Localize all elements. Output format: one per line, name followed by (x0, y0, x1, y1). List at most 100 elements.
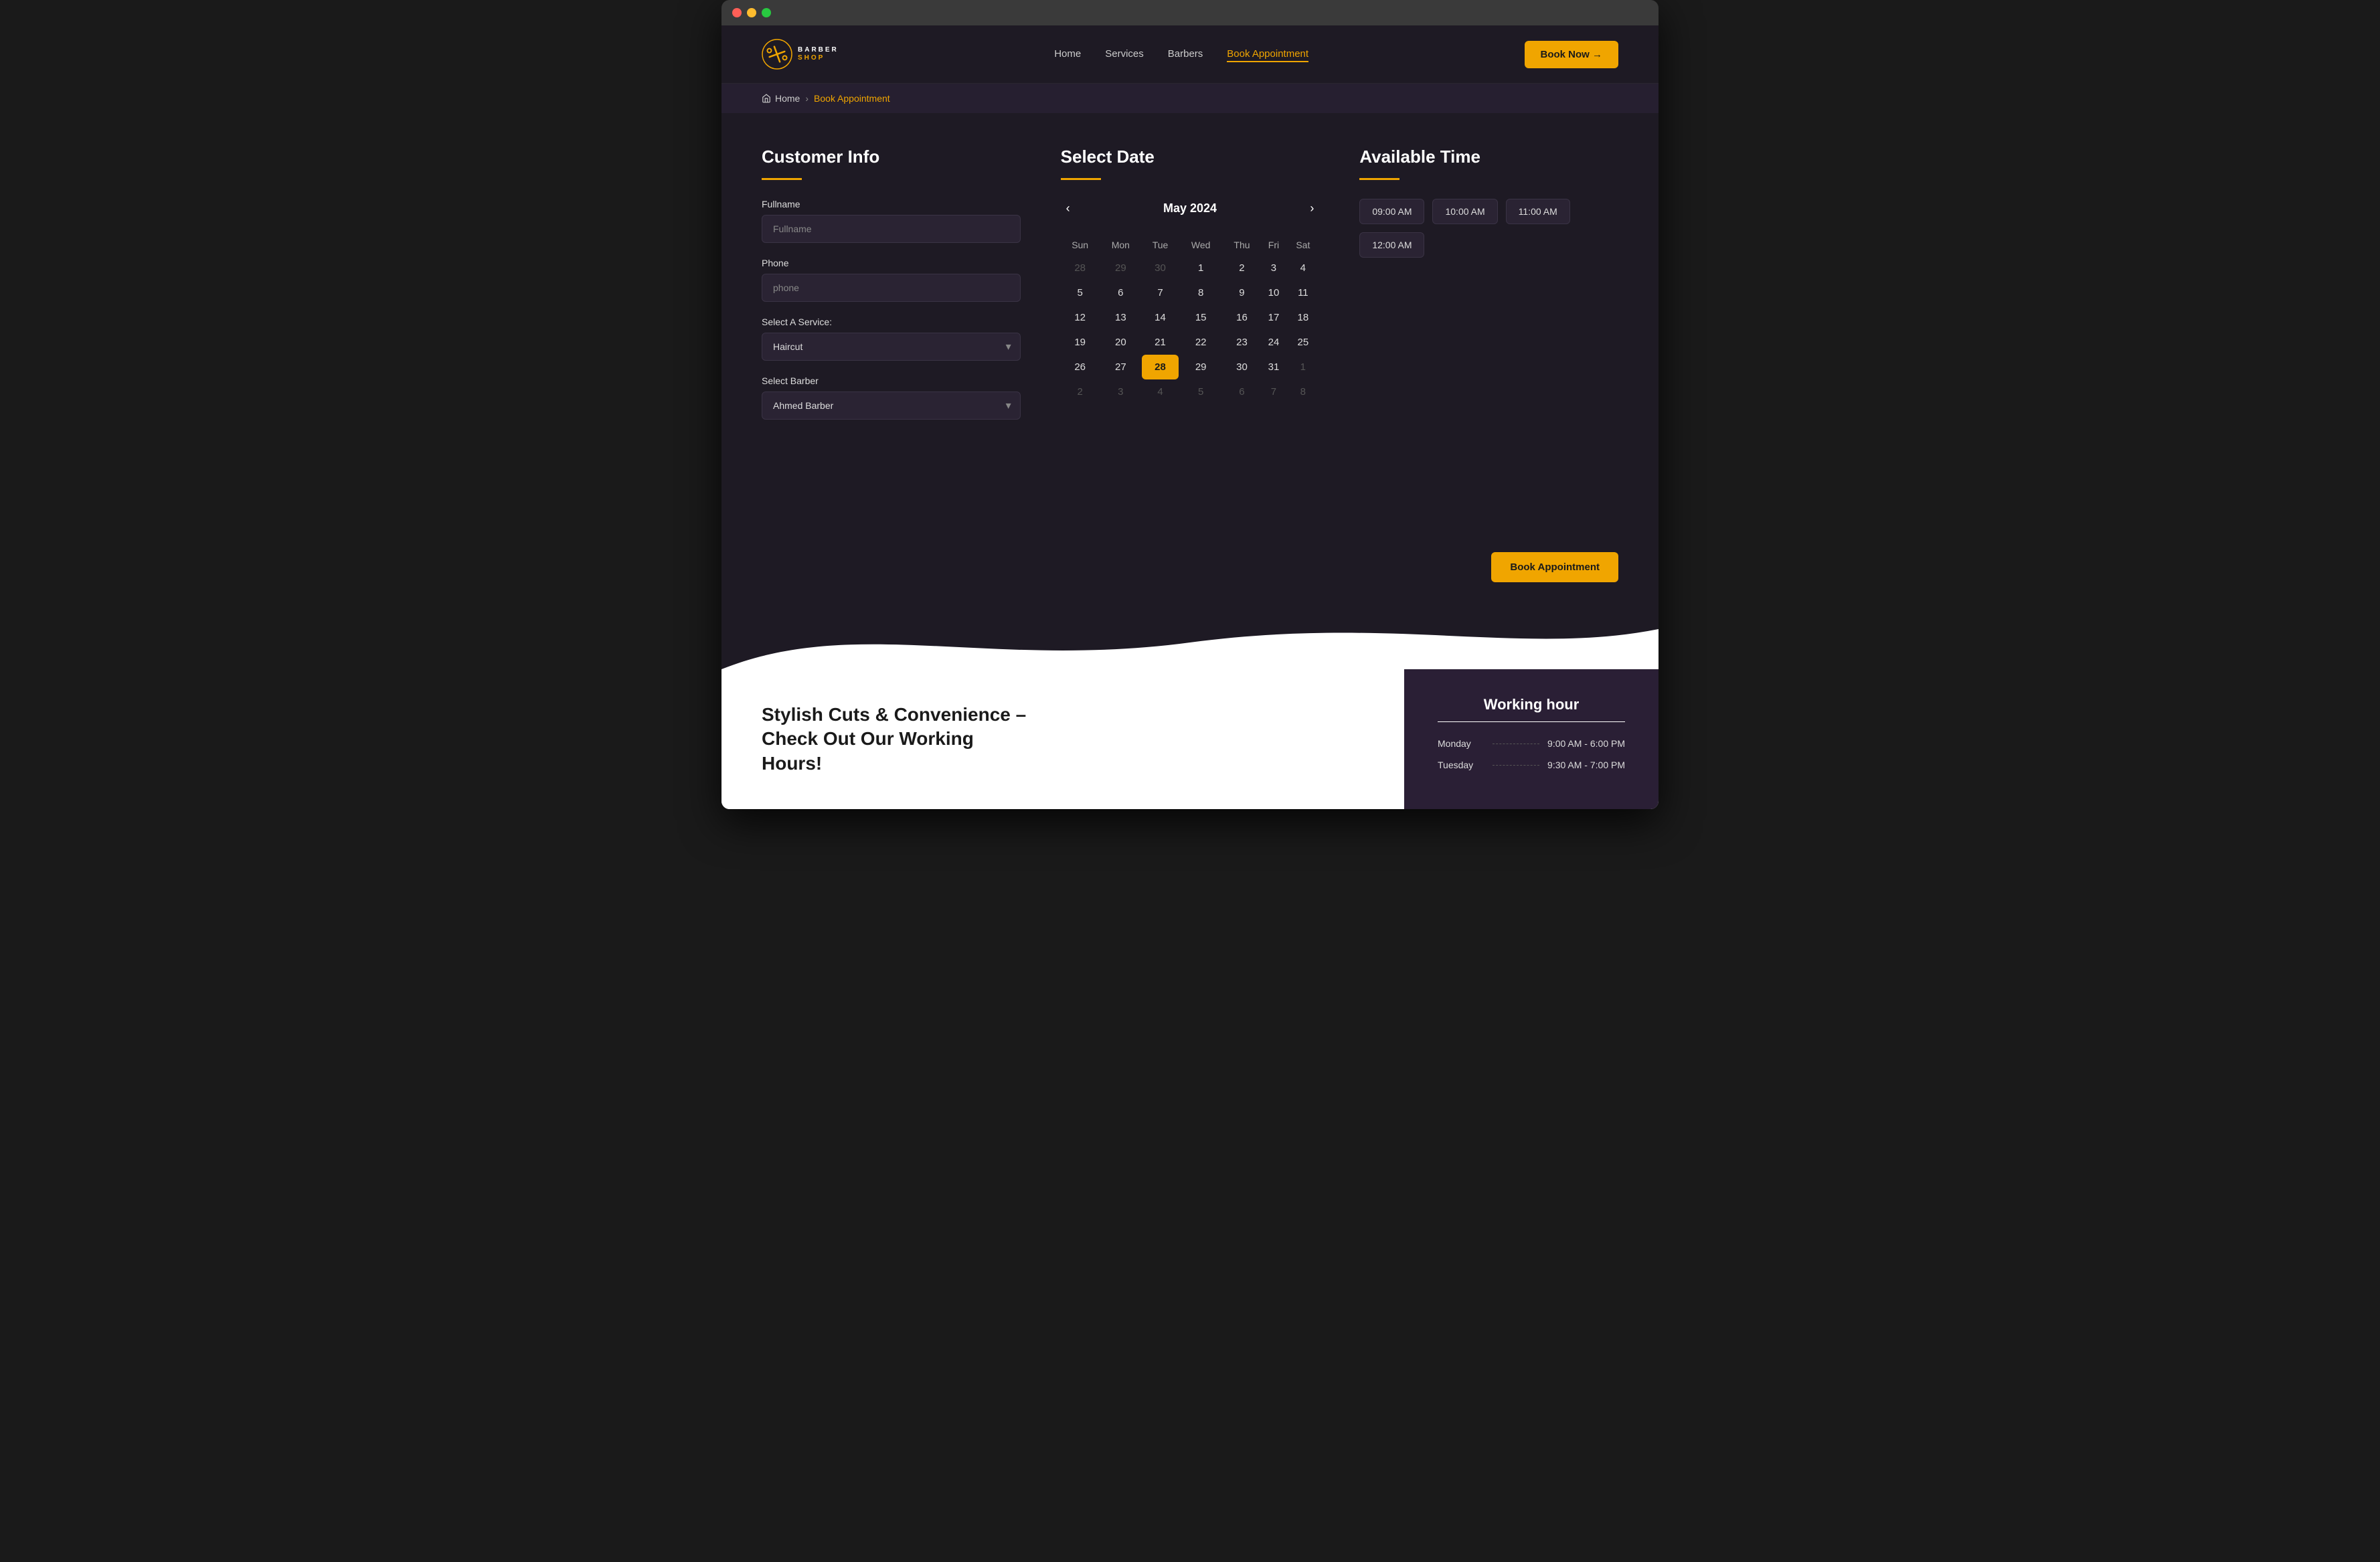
nav-home[interactable]: Home (1054, 48, 1081, 60)
available-time-title: Available Time (1359, 147, 1618, 167)
wave-svg (721, 616, 1659, 669)
working-hours-row: Tuesday 9:30 AM - 7:00 PM (1438, 760, 1625, 770)
close-button[interactable] (732, 8, 742, 17)
calendar-day[interactable]: 16 (1223, 305, 1260, 330)
select-date-section: Select Date ‹ May 2024 › Sun Mon Tue Wed (1061, 147, 1320, 582)
calendar-nav: ‹ May 2024 › (1061, 199, 1320, 218)
home-icon (762, 94, 771, 103)
calendar-day[interactable]: 6 (1100, 280, 1142, 305)
calendar-day[interactable]: 25 (1286, 330, 1319, 355)
calendar-day[interactable]: 18 (1286, 305, 1319, 330)
calendar-day[interactable]: 23 (1223, 330, 1260, 355)
site-content: BARBER SHOP Home Services Barbers Book A… (721, 25, 1659, 809)
phone-group: Phone (762, 258, 1021, 302)
calendar-day[interactable]: 8 (1286, 379, 1319, 404)
calendar-day[interactable]: 31 (1261, 355, 1287, 379)
hours-time: 9:30 AM - 7:00 PM (1547, 760, 1625, 770)
service-label: Select A Service: (762, 317, 1021, 327)
breadcrumb-home[interactable]: Home (762, 93, 800, 104)
calendar-day[interactable]: 30 (1142, 256, 1179, 280)
calendar-day[interactable]: 24 (1261, 330, 1287, 355)
calendar-day[interactable]: 11 (1286, 280, 1319, 305)
phone-input[interactable] (762, 274, 1021, 302)
calendar-day[interactable]: 29 (1179, 355, 1223, 379)
service-select[interactable]: Haircut Beard Trim Shave Hair Wash (762, 333, 1021, 361)
calendar-day[interactable]: 3 (1100, 379, 1142, 404)
calendar-day[interactable]: 5 (1179, 379, 1223, 404)
calendar-day[interactable]: 22 (1179, 330, 1223, 355)
working-hours-row: Monday 9:00 AM - 6:00 PM (1438, 738, 1625, 749)
logo: BARBER SHOP (762, 39, 839, 70)
fullname-input[interactable] (762, 215, 1021, 243)
logo-text-barber: BARBER (798, 46, 839, 54)
breadcrumb-current: Book Appointment (814, 93, 890, 104)
calendar-day[interactable]: 19 (1061, 330, 1100, 355)
calendar-day[interactable]: 4 (1286, 256, 1319, 280)
wave-container (721, 616, 1659, 669)
calendar-day[interactable]: 21 (1142, 330, 1179, 355)
navbar: BARBER SHOP Home Services Barbers Book A… (721, 25, 1659, 84)
calendar-day[interactable]: 5 (1061, 280, 1100, 305)
calendar-day[interactable]: 13 (1100, 305, 1142, 330)
next-month-button[interactable]: › (1304, 199, 1319, 218)
time-slot-button[interactable]: 10:00 AM (1432, 199, 1497, 224)
calendar-day[interactable]: 8 (1179, 280, 1223, 305)
calendar-day[interactable]: 28 (1142, 355, 1179, 379)
calendar-day[interactable]: 20 (1100, 330, 1142, 355)
breadcrumb-separator: › (805, 93, 809, 104)
calendar-day[interactable]: 17 (1261, 305, 1287, 330)
calendar-day[interactable]: 7 (1142, 280, 1179, 305)
calendar-day[interactable]: 15 (1179, 305, 1223, 330)
nav-book-appointment[interactable]: Book Appointment (1227, 48, 1308, 62)
fullname-label: Fullname (762, 199, 1021, 209)
calendar-underline (1061, 178, 1101, 180)
nav-services[interactable]: Services (1105, 48, 1144, 60)
calendar-day[interactable]: 2 (1061, 379, 1100, 404)
nav-barbers[interactable]: Barbers (1168, 48, 1203, 60)
available-time-section: Available Time 09:00 AM 10:00 AM 11:00 AM 1… (1359, 147, 1618, 582)
footer-left: Stylish Cuts & Convenience – Check Out O… (721, 669, 1404, 809)
maximize-button[interactable] (762, 8, 771, 17)
calendar-day[interactable]: 28 (1061, 256, 1100, 280)
time-slot-button[interactable]: 11:00 AM (1506, 199, 1570, 224)
available-time-underline (1359, 178, 1399, 180)
time-slot-button[interactable]: 09:00 AM (1359, 199, 1424, 224)
fullname-group: Fullname (762, 199, 1021, 243)
calendar-day[interactable]: 1 (1286, 355, 1319, 379)
service-select-wrapper: Haircut Beard Trim Shave Hair Wash ▾ (762, 333, 1021, 361)
calendar-day[interactable]: 3 (1261, 256, 1287, 280)
calendar-day[interactable]: 7 (1261, 379, 1287, 404)
cal-header-sun: Sun (1061, 234, 1100, 256)
calendar-day[interactable]: 26 (1061, 355, 1100, 379)
calendar-header-row: Sun Mon Tue Wed Thu Fri Sat (1061, 234, 1320, 256)
hours-day: Monday (1438, 738, 1484, 749)
app-window: BARBER SHOP Home Services Barbers Book A… (721, 0, 1659, 809)
prev-month-button[interactable]: ‹ (1061, 199, 1076, 218)
book-appointment-button[interactable]: Book Appointment (1491, 552, 1618, 582)
calendar-day[interactable]: 6 (1223, 379, 1260, 404)
calendar-week-row: 12131415161718 (1061, 305, 1320, 330)
calendar-day[interactable]: 9 (1223, 280, 1260, 305)
calendar-day[interactable]: 4 (1142, 379, 1179, 404)
book-now-button[interactable]: Book Now → (1525, 41, 1619, 68)
calendar-day[interactable]: 27 (1100, 355, 1142, 379)
calendar-day[interactable]: 29 (1100, 256, 1142, 280)
calendar-day[interactable]: 12 (1061, 305, 1100, 330)
time-slots-container: 09:00 AM 10:00 AM 11:00 AM 12:00 AM (1359, 199, 1618, 258)
calendar-day[interactable]: 1 (1179, 256, 1223, 280)
service-group: Select A Service: Haircut Beard Trim Sha… (762, 317, 1021, 361)
barber-select[interactable]: Ahmed Barber John Barber Mike Barber (762, 392, 1021, 420)
titlebar (721, 0, 1659, 25)
cal-header-wed: Wed (1179, 234, 1223, 256)
time-slot-button[interactable]: 12:00 AM (1359, 232, 1424, 258)
breadcrumb: Home › Book Appointment (721, 84, 1659, 113)
logo-text-shop: SHOP (798, 54, 839, 62)
calendar-day[interactable]: 10 (1261, 280, 1287, 305)
calendar-day[interactable]: 2 (1223, 256, 1260, 280)
calendar-week-row: 19202122232425 (1061, 330, 1320, 355)
calendar-day[interactable]: 14 (1142, 305, 1179, 330)
calendar-day[interactable]: 30 (1223, 355, 1260, 379)
minimize-button[interactable] (747, 8, 756, 17)
phone-label: Phone (762, 258, 1021, 268)
barber-group: Select Barber Ahmed Barber John Barber M… (762, 375, 1021, 420)
